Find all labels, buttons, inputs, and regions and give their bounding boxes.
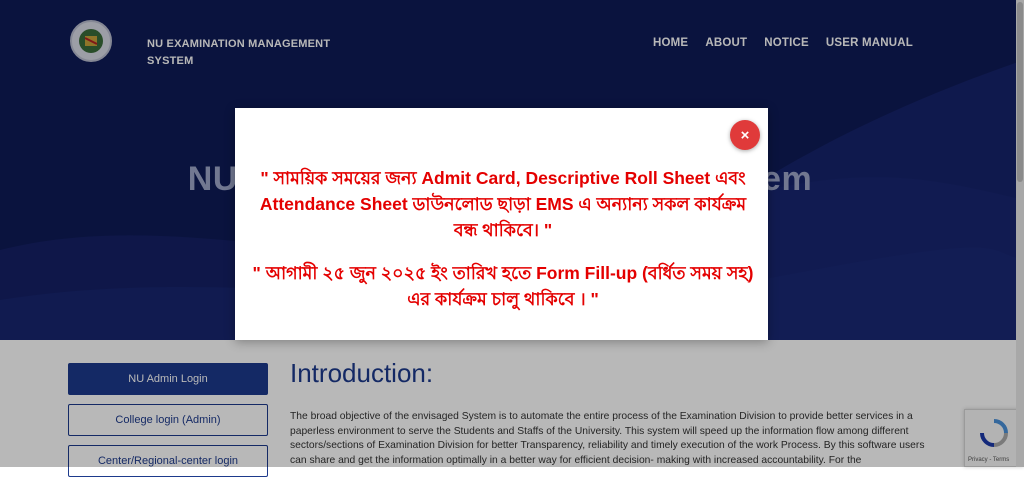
modal-close-button[interactable]: × [730, 120, 760, 150]
notice-text-2: " আগামী ২৫ জুন ২০২৫ ইং তারিখ হতে Form Fi… [252, 263, 754, 309]
notice-text-1: " সাময়িক সময়ের জন্য Admit Card, Descri… [259, 168, 747, 240]
